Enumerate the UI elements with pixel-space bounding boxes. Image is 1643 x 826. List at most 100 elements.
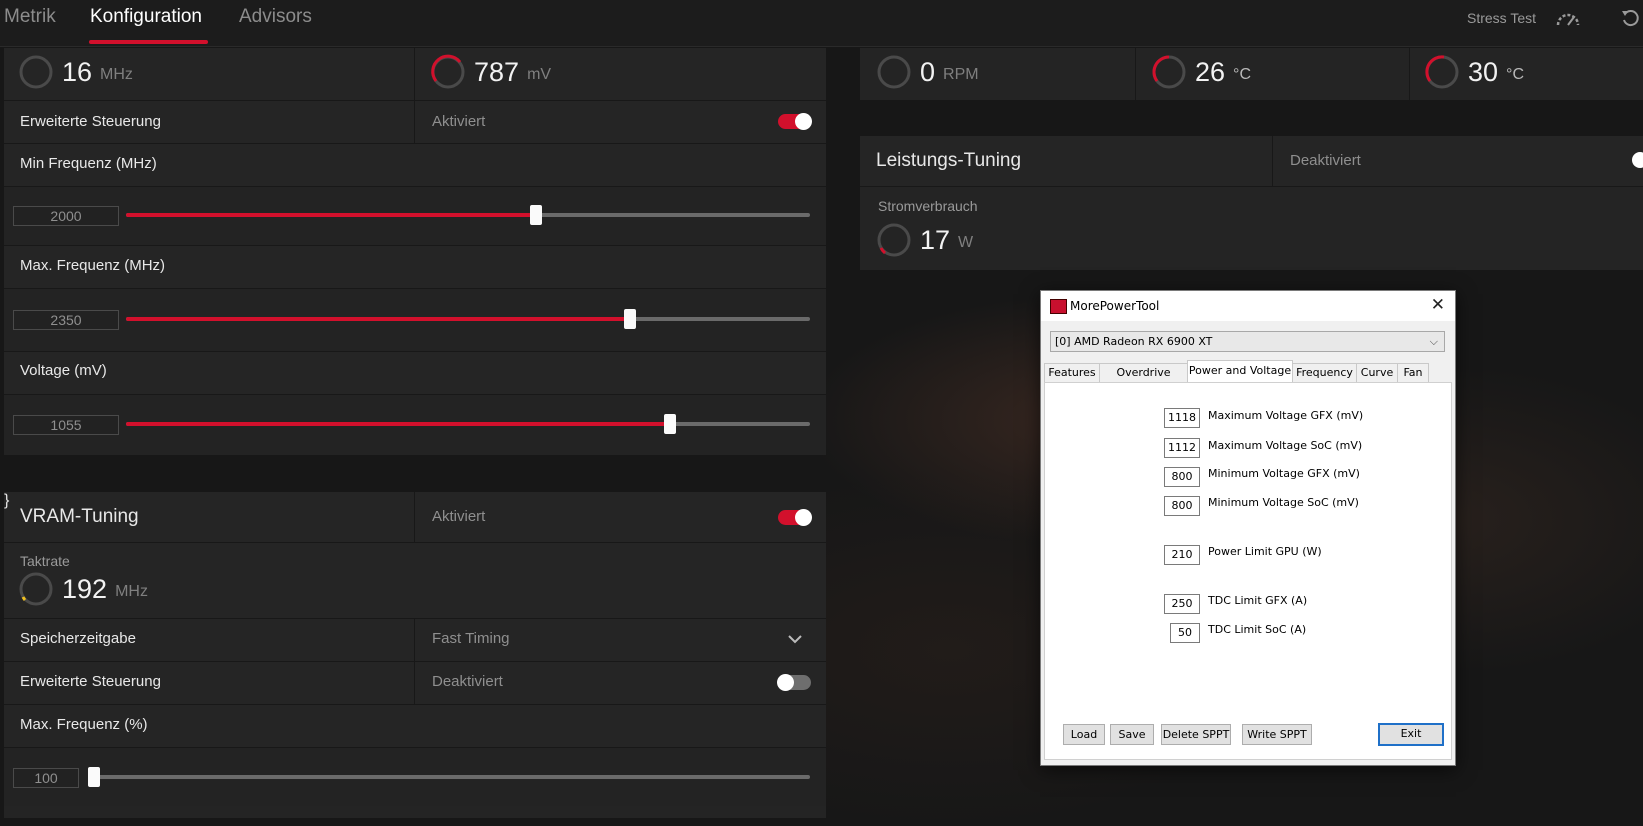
temperature-unit: °C	[1233, 66, 1251, 83]
advanced-control-label: Erweiterte Steuerung	[20, 113, 161, 130]
vram-max-frequency-label: Max. Frequenz (%)	[20, 716, 148, 733]
window-title: MorePowerTool	[1070, 299, 1160, 313]
tab-features[interactable]: Features	[1044, 363, 1100, 382]
divider	[414, 101, 415, 143]
divider	[1272, 136, 1273, 186]
voltage-input[interactable]: 1055	[13, 415, 119, 435]
temperature-metric: 26 °C	[1151, 54, 1251, 90]
temperature-value: 26	[1195, 56, 1226, 87]
speedometer-icon[interactable]	[1555, 8, 1581, 28]
memory-timing-dropdown[interactable]: Fast Timing	[432, 630, 510, 647]
load-button[interactable]: Load	[1063, 724, 1105, 745]
gpu-select[interactable]: [0] AMD Radeon RX 6900 XT ⌵	[1050, 331, 1445, 352]
exit-button[interactable]: Exit	[1378, 723, 1444, 746]
slider-thumb[interactable]	[664, 414, 677, 434]
app-icon	[1050, 299, 1067, 314]
power-limit-gpu-label: Power Limit GPU (W)	[1208, 545, 1322, 558]
power-gauge-icon	[877, 223, 911, 257]
junction-temperature-gauge-icon	[1425, 55, 1459, 89]
chevron-down-icon[interactable]: ⌵	[1430, 332, 1438, 351]
tab-metrik[interactable]: Metrik	[4, 6, 56, 28]
divider	[1409, 48, 1410, 100]
junction-temperature-metric: 30 °C	[1424, 54, 1524, 90]
min-frequency-slider-row: 2000	[4, 187, 826, 246]
tab-power-and-voltage[interactable]: Power and Voltage	[1187, 360, 1293, 383]
vram-tuning-toggle[interactable]	[778, 508, 812, 526]
max-frequency-input[interactable]: 2350	[13, 310, 119, 330]
voltage-header: Voltage (mV)	[4, 352, 826, 395]
slider-thumb[interactable]	[624, 309, 637, 329]
min-voltage-soc-label: Minimum Voltage SoC (mV)	[1208, 496, 1359, 509]
save-button[interactable]: Save	[1110, 724, 1154, 745]
tab-curve[interactable]: Curve	[1356, 363, 1398, 382]
vram-clock-value: 192	[62, 573, 108, 604]
vram-tuning-panel: VRAM-Tuning Aktiviert } Taktrate 192 MHz…	[4, 492, 826, 818]
power-consumption-metric: 17 W	[876, 222, 973, 258]
gpu-metrics-row: 16 MHz 787 mV	[4, 48, 826, 101]
vram-max-frequency-header: Max. Frequenz (%)	[4, 705, 826, 748]
window-titlebar[interactable]: MorePowerTool ✕	[1041, 291, 1455, 321]
voltage-slider[interactable]	[126, 414, 810, 434]
write-sppt-button[interactable]: Write SPPT	[1242, 724, 1312, 745]
voltage-unit: mV	[527, 66, 552, 83]
tdc-limit-soc-input[interactable]: 50	[1170, 623, 1200, 643]
memory-timing-label: Speicherzeitgabe	[20, 630, 136, 647]
vram-max-frequency-input[interactable]: 100	[13, 768, 79, 788]
max-voltage-gfx-label: Maximum Voltage GFX (mV)	[1208, 409, 1364, 422]
fan-speed-metric: 0 RPM	[876, 54, 979, 90]
vram-clock-gauge-icon	[19, 572, 53, 606]
vram-title: VRAM-Tuning	[20, 506, 139, 527]
min-voltage-gfx-input[interactable]: 800	[1164, 467, 1200, 487]
power-and-voltage-pane: 1118 Maximum Voltage GFX (mV) 1112 Maxim…	[1044, 382, 1452, 760]
min-voltage-gfx-label: Minimum Voltage GFX (mV)	[1208, 467, 1360, 480]
delete-sppt-button[interactable]: Delete SPPT	[1161, 724, 1231, 745]
reset-icon[interactable]	[1620, 8, 1640, 28]
power-consumption-unit: W	[958, 234, 974, 251]
slider-thumb[interactable]	[530, 205, 543, 225]
power-consumption-value: 17	[920, 224, 951, 255]
power-tuning-toggle[interactable]	[1632, 152, 1643, 168]
max-voltage-soc-input[interactable]: 1112	[1164, 438, 1200, 458]
min-frequency-input[interactable]: 2000	[13, 206, 119, 226]
voltage-gauge-icon	[431, 54, 465, 89]
max-frequency-header: Max. Frequenz (MHz)	[4, 246, 826, 289]
vram-max-frequency-slider[interactable]	[88, 767, 810, 787]
vram-clock-unit: MHz	[115, 583, 148, 600]
fan-speed-value: 0	[920, 56, 936, 87]
stress-test-label[interactable]: Stress Test	[1467, 10, 1536, 26]
divider	[414, 619, 415, 661]
vram-advanced-control-status: Deaktiviert	[432, 673, 503, 690]
clock-metric: 16 MHz	[18, 54, 133, 90]
clock-gauge-icon	[19, 55, 53, 89]
advanced-control-row: Erweiterte Steuerung Aktiviert	[4, 101, 826, 144]
max-voltage-gfx-input[interactable]: 1118	[1164, 408, 1200, 428]
power-limit-gpu-input[interactable]: 210	[1164, 545, 1200, 565]
tdc-limit-gfx-label: TDC Limit GFX (A)	[1208, 594, 1308, 607]
tab-fan[interactable]: Fan	[1397, 363, 1429, 382]
junction-temperature-unit: °C	[1506, 66, 1524, 83]
max-frequency-slider[interactable]	[126, 309, 810, 329]
power-tuning-header-row: Leistungs-Tuning Deaktiviert	[860, 136, 1643, 187]
close-icon[interactable]: ✕	[1431, 295, 1445, 315]
slider-thumb[interactable]	[88, 767, 100, 787]
tdc-limit-gfx-input[interactable]: 250	[1164, 594, 1200, 614]
power-consumption-label: Stromverbrauch	[878, 198, 978, 214]
min-voltage-soc-input[interactable]: 800	[1164, 496, 1200, 516]
mpt-tabs: Features Overdrive Limits Power and Volt…	[1044, 360, 1452, 397]
top-navigation: Metrik Konfiguration Advisors Stress Tes…	[0, 0, 1643, 47]
vram-status: Aktiviert	[432, 508, 486, 525]
voltage-metric: 787 mV	[430, 54, 551, 90]
min-frequency-slider[interactable]	[126, 205, 810, 225]
chevron-down-icon[interactable]	[788, 634, 802, 644]
advanced-control-toggle[interactable]	[778, 112, 812, 130]
tab-frequency[interactable]: Frequency	[1292, 363, 1357, 382]
advanced-control-status: Aktiviert	[432, 113, 486, 130]
tab-konfiguration[interactable]: Konfiguration	[90, 6, 202, 28]
vram-advanced-control-toggle[interactable]	[777, 673, 811, 691]
active-tab-indicator	[89, 40, 208, 44]
clock-unit: MHz	[100, 66, 133, 83]
min-frequency-label: Min Frequenz (MHz)	[20, 155, 157, 172]
tab-overdrive-limits[interactable]: Overdrive Limits	[1099, 363, 1188, 397]
vram-clock-row: Taktrate 192 MHz	[4, 543, 826, 619]
tab-advisors[interactable]: Advisors	[239, 6, 312, 28]
